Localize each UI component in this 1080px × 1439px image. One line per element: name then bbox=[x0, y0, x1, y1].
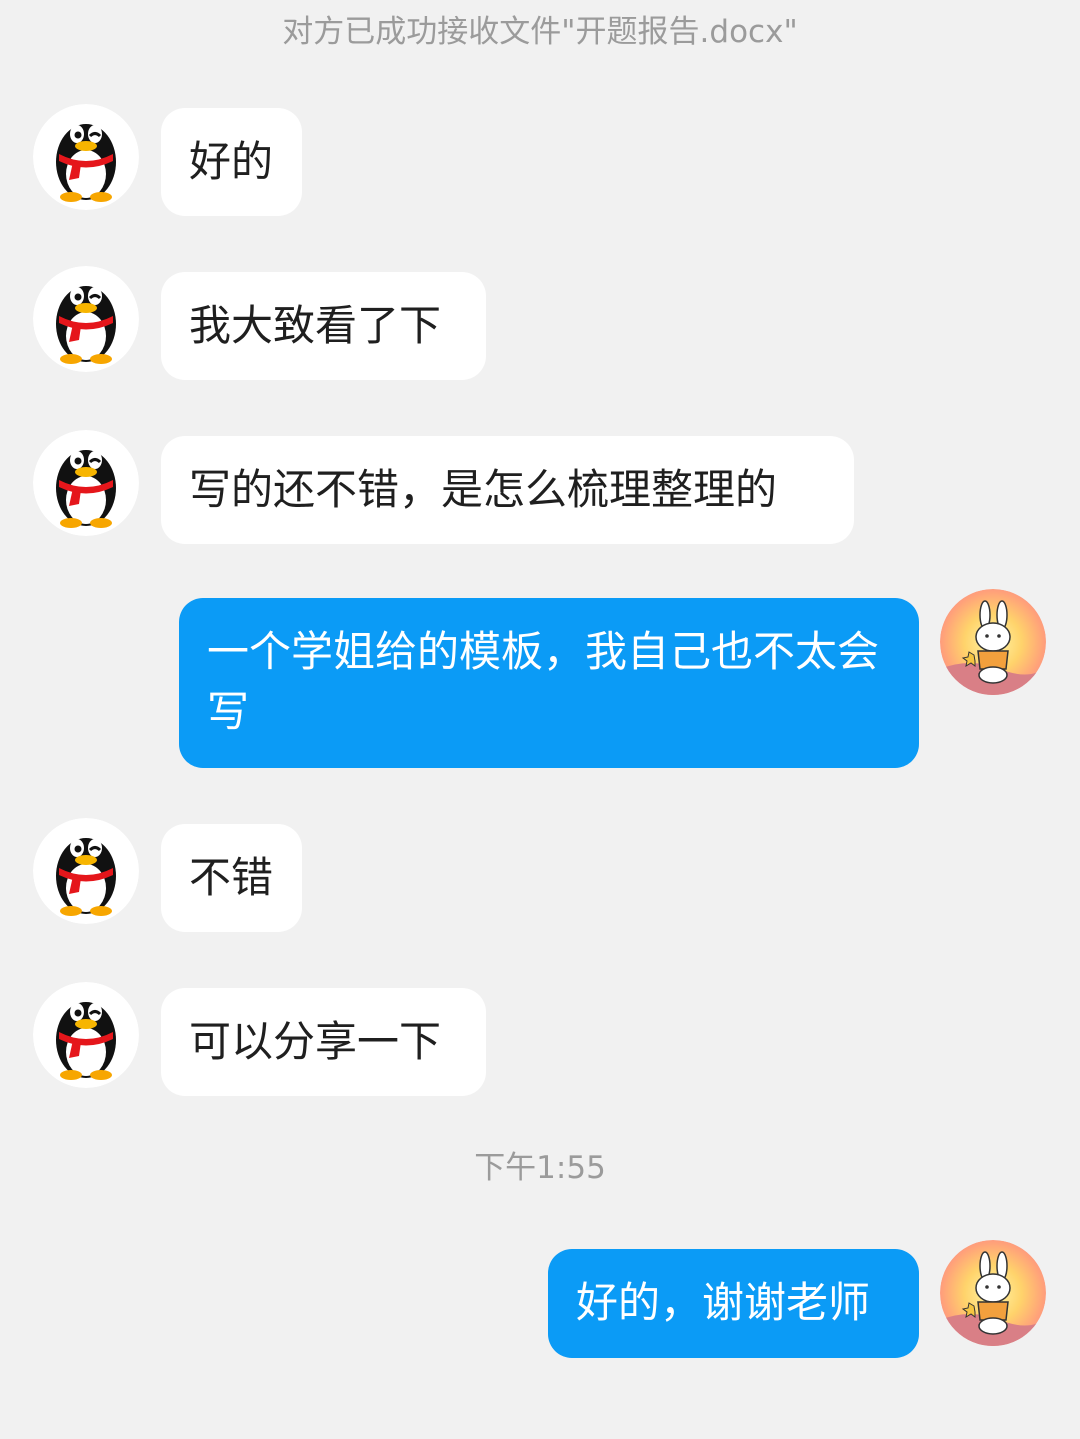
message-bubble-incoming[interactable]: 我大致看了下 bbox=[161, 272, 486, 380]
self-avatar[interactable] bbox=[940, 1240, 1046, 1346]
qq-penguin-icon bbox=[33, 818, 139, 924]
qq-penguin-icon bbox=[33, 982, 139, 1088]
file-received-notice: 对方已成功接收文件"开题报告.docx" bbox=[282, 14, 798, 50]
message-bubble-incoming[interactable]: 好的 bbox=[161, 108, 302, 216]
message-bubble-outgoing[interactable]: 一个学姐给的模板，我自己也不太会写 bbox=[179, 598, 919, 768]
contact-avatar[interactable] bbox=[33, 104, 139, 210]
contact-avatar[interactable] bbox=[33, 818, 139, 924]
contact-avatar[interactable] bbox=[33, 982, 139, 1088]
contact-avatar[interactable] bbox=[33, 430, 139, 536]
qq-penguin-icon bbox=[33, 430, 139, 536]
message-timestamp: 下午1:55 bbox=[474, 1150, 606, 1186]
qq-penguin-icon bbox=[33, 104, 139, 210]
contact-avatar[interactable] bbox=[33, 266, 139, 372]
message-bubble-incoming[interactable]: 写的还不错，是怎么梳理整理的 bbox=[161, 436, 854, 544]
self-avatar[interactable] bbox=[940, 589, 1046, 695]
bunny-avatar-icon bbox=[940, 1240, 1046, 1346]
message-bubble-outgoing[interactable]: 好的，谢谢老师 bbox=[548, 1249, 919, 1358]
qq-penguin-icon bbox=[33, 266, 139, 372]
message-bubble-incoming[interactable]: 不错 bbox=[161, 824, 302, 932]
message-bubble-incoming[interactable]: 可以分享一下 bbox=[161, 988, 486, 1096]
bunny-avatar-icon bbox=[940, 589, 1046, 695]
